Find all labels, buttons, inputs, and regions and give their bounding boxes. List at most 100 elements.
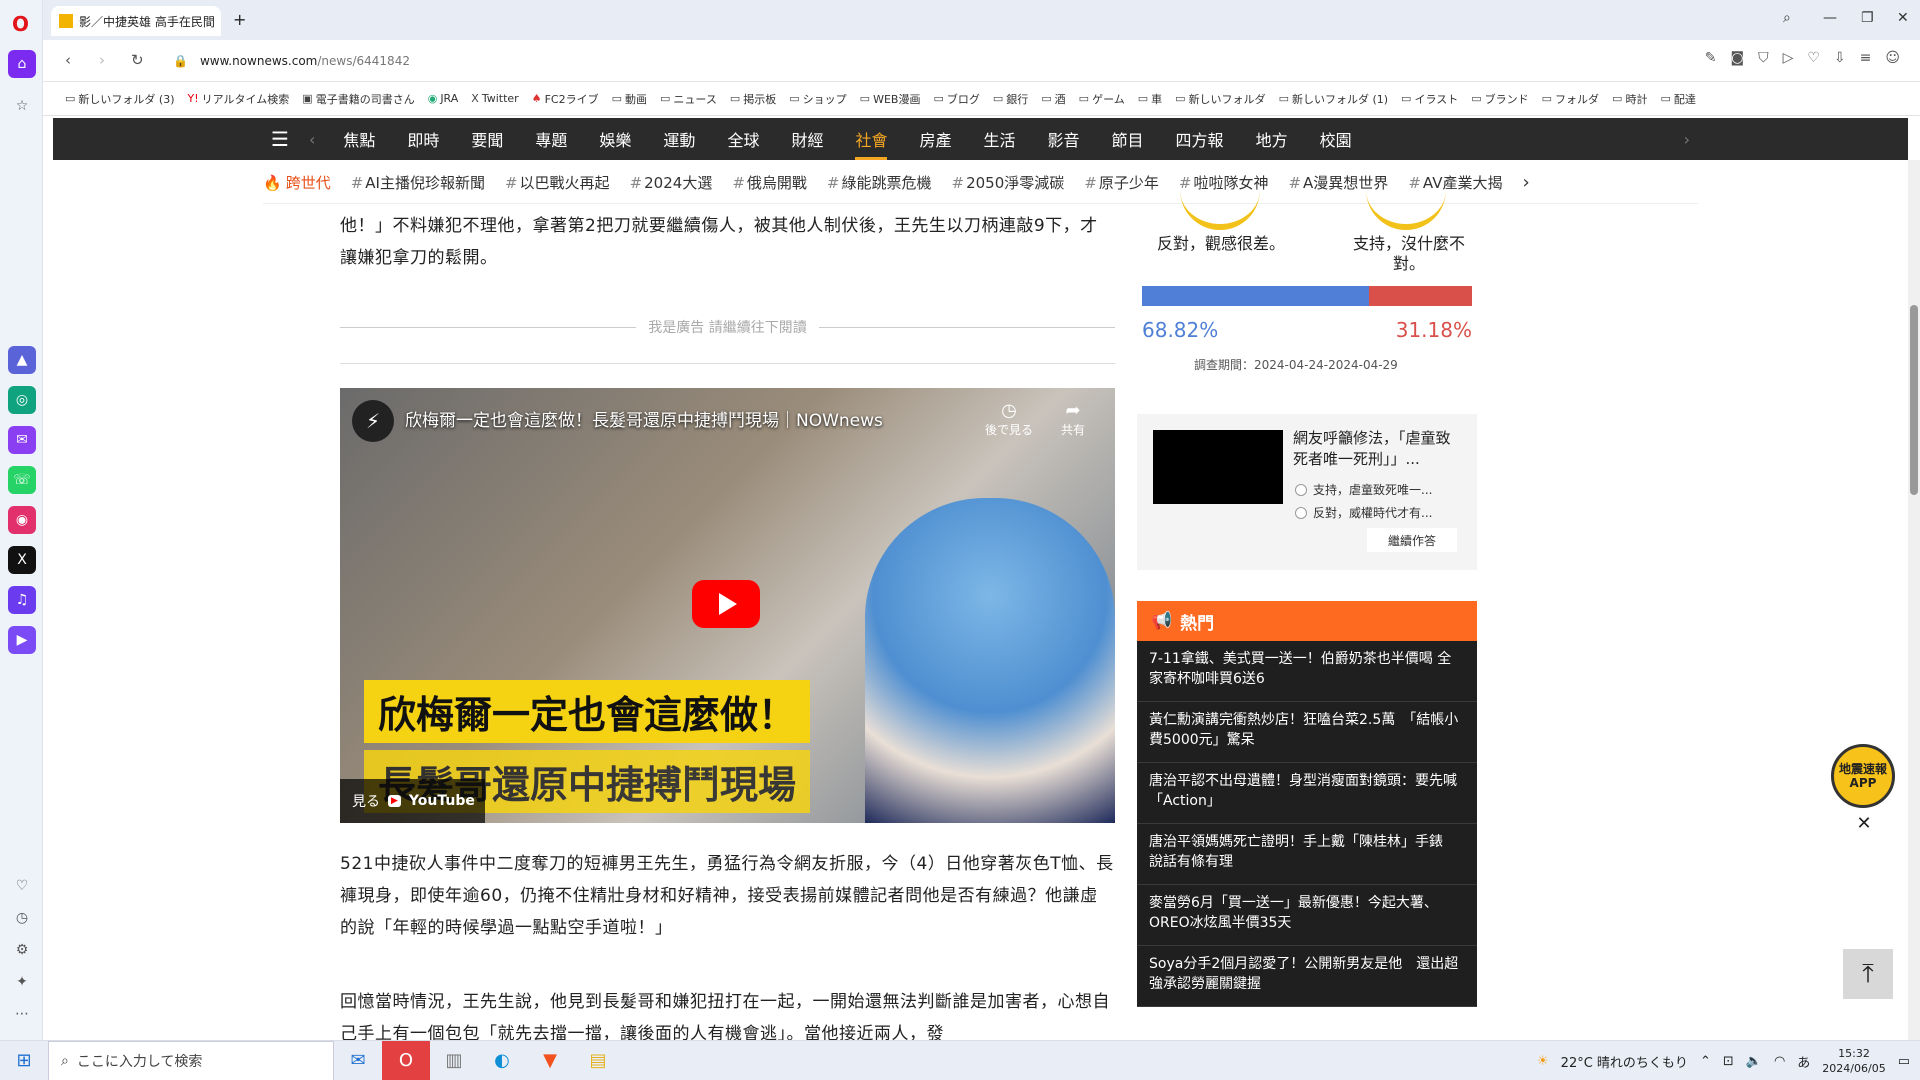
hot-item[interactable]: 7-11拿鐵、美式買一送一！伯爵奶茶也半價喝 全家寄杯咖啡買6送6	[1137, 641, 1477, 702]
tag-item[interactable]: #2024大選	[630, 172, 713, 193]
mail-icon[interactable]: ✉	[334, 1041, 382, 1080]
pin-icon[interactable]: ☆	[8, 92, 36, 120]
bookmark[interactable]: ▭ 配達	[1660, 91, 1695, 107]
tag-hot[interactable]: 🔥 跨世代	[263, 172, 331, 193]
hot-item[interactable]: 唐治平領媽媽死亡證明！手上戴「陳桂林」手錶 說話有條有理	[1137, 824, 1477, 885]
earthquake-app-badge[interactable]: 地震速報APP	[1831, 744, 1895, 808]
share-button[interactable]: ➦ 共有	[1061, 400, 1085, 438]
hamburger-icon[interactable]: ☰	[271, 127, 289, 151]
bookmark[interactable]: ▭ 動画	[612, 91, 647, 107]
bookmark[interactable]: ▭ 酒	[1041, 91, 1065, 107]
youtube-video[interactable]: ⚡ 欣梅爾一定也會這麼做！長髮哥還原中捷搏鬥現場｜NOWnews ◷ 後で見る ➦…	[340, 388, 1115, 823]
ime-indicator[interactable]: あ	[1797, 1052, 1810, 1071]
close-icon[interactable]: ✕	[1854, 814, 1874, 834]
home-icon[interactable]: ⌂	[8, 50, 36, 78]
aria-icon[interactable]: ▲	[8, 346, 36, 374]
new-tab-button[interactable]: +	[233, 10, 246, 29]
tag-item[interactable]: # 以巴戰火再起	[505, 172, 610, 193]
scrollbar-thumb[interactable]	[1910, 305, 1918, 495]
tag-next-icon[interactable]: ›	[1522, 172, 1529, 193]
bookmark[interactable]: ▭ 新しいフォルダ (3)	[65, 91, 174, 107]
bookmark[interactable]: Y! リアルタイム検索	[187, 91, 289, 107]
tips-icon[interactable]: ✦	[8, 968, 36, 996]
nav-prev-icon[interactable]: ‹	[309, 130, 315, 149]
shield-icon[interactable]: ⛉	[1758, 50, 1769, 66]
chatgpt-icon[interactable]: ◎	[8, 386, 36, 414]
bookmark[interactable]: ▭ 銀行	[993, 91, 1028, 107]
bookmark[interactable]: X Twitter	[471, 92, 518, 105]
poll-option[interactable]: 支持，虐童致死唯一...	[1295, 481, 1432, 498]
nav-next-icon[interactable]: ›	[1684, 130, 1690, 149]
hot-item[interactable]: Soya分手2個月認愛了！公開新男友是他 還出超強承認勞麗關鍵握	[1137, 946, 1477, 1007]
edge-icon[interactable]: ◐	[478, 1041, 526, 1080]
nav-item[interactable]: 專題	[535, 118, 567, 160]
heart-outline-icon[interactable]: ♡	[1807, 50, 1820, 66]
watch-on-youtube[interactable]: 見る ▶ YouTube	[340, 779, 485, 823]
bookmark[interactable]: ▭ フォルダ	[1542, 91, 1599, 107]
edit-icon[interactable]: ✎	[1705, 50, 1717, 66]
network-icon[interactable]: ⊡	[1723, 1054, 1734, 1069]
nav-item[interactable]: 房產	[919, 118, 951, 160]
brave-icon[interactable]: ▼	[526, 1041, 574, 1080]
tag-item[interactable]: #2050淨零減碳	[952, 172, 1065, 193]
bookmark[interactable]: ▭ 時計	[1612, 91, 1647, 107]
nav-item[interactable]: 娛樂	[599, 118, 631, 160]
nav-item[interactable]: 財經	[791, 118, 823, 160]
bookmark[interactable]: ▭ 新しいフォルダ (1)	[1279, 91, 1388, 107]
tag-item[interactable]: # 俄烏開戰	[732, 172, 807, 193]
play-icon[interactable]: ▷	[1783, 50, 1794, 66]
clock[interactable]: 15:32 2024/06/05	[1822, 1046, 1885, 1076]
continue-button[interactable]: 繼續作答	[1367, 528, 1457, 552]
radio-button[interactable]	[1295, 483, 1307, 496]
nownews-channel-icon[interactable]: ⚡	[352, 400, 394, 442]
close-window-icon[interactable]: ✕	[1897, 10, 1909, 26]
bookmark[interactable]: ▭ 掲示板	[730, 91, 776, 107]
app-taskbar-icon[interactable]: ▥	[430, 1041, 478, 1080]
whatsapp-icon[interactable]: ☏	[8, 466, 36, 494]
nav-item[interactable]: 影音	[1048, 118, 1080, 160]
hot-item[interactable]: 唐治平認不出母遺體！身型消瘦面對鏡頭：要先喊「Action」	[1137, 763, 1477, 824]
instagram-icon[interactable]: ◉	[8, 506, 36, 534]
messenger-icon[interactable]: ✉	[8, 426, 36, 454]
forward-icon[interactable]: ›	[99, 51, 105, 69]
tab-active[interactable]: 影／中捷英雄 高手在民間	[51, 6, 221, 36]
profile-icon[interactable]: ☺	[1885, 50, 1900, 66]
nav-item[interactable]: 地方	[1256, 118, 1288, 160]
volume-icon[interactable]: 🔈	[1746, 1054, 1762, 1069]
weather-text[interactable]: 22°C 晴れのちくもり	[1561, 1052, 1688, 1071]
back-icon[interactable]: ‹	[65, 51, 71, 69]
tag-item[interactable]: # AI主播倪珍報新聞	[351, 172, 485, 193]
bookmark[interactable]: ▭ ショップ	[789, 91, 846, 107]
hot-item[interactable]: 黃仁勳演講完衝熱炒店！狂嗑台菜2.5萬 「結帳小費5000元」驚呆	[1137, 702, 1477, 763]
nav-item[interactable]: 生活	[984, 118, 1016, 160]
page-scrollbar[interactable]	[1908, 160, 1920, 1040]
player-icon[interactable]: ▶	[8, 626, 36, 654]
menu-icon[interactable]: ≡	[1860, 50, 1872, 66]
bookmark[interactable]: ▭ ブランド	[1471, 91, 1528, 107]
reload-icon[interactable]: ↻	[131, 51, 144, 69]
opera-logo-icon[interactable]: O	[12, 12, 29, 36]
windows-start-icon[interactable]: ⊞	[0, 1041, 48, 1080]
poll-option[interactable]: 反對，威權時代才有...	[1295, 504, 1432, 521]
back-to-top-button[interactable]: ⤒	[1843, 949, 1893, 999]
video-title[interactable]: 欣梅爾一定也會這麼做！長髮哥還原中捷搏鬥現場｜NOWnews	[405, 406, 883, 431]
settings-icon[interactable]: ⚙	[8, 936, 36, 964]
x-icon[interactable]: X	[8, 546, 36, 574]
more-icon[interactable]: ⋯	[8, 1000, 36, 1028]
bookmark[interactable]: ▣ 電子書籍の司書さん	[302, 91, 414, 107]
download-icon[interactable]: ⇩	[1834, 50, 1846, 66]
wifi-icon[interactable]: ◠	[1774, 1054, 1785, 1069]
nav-item[interactable]: 校園	[1320, 118, 1352, 160]
tag-item[interactable]: # 綠能跳票危機	[827, 172, 932, 193]
tag-item[interactable]: # 原子少年	[1084, 172, 1159, 193]
nav-item[interactable]: 四方報	[1176, 118, 1224, 160]
minimize-icon[interactable]: —	[1823, 10, 1837, 26]
bookmark[interactable]: ▭ 車	[1138, 91, 1162, 107]
chevron-up-icon[interactable]: ⌃	[1700, 1054, 1711, 1069]
bookmark[interactable]: ▭ WEB漫画	[860, 91, 921, 107]
radio-button[interactable]	[1295, 506, 1307, 519]
nav-item-active[interactable]: 社會	[855, 118, 888, 160]
bookmark[interactable]: ▭ ニュース	[660, 91, 717, 107]
bookmark[interactable]: ♠ FC2ライブ	[532, 91, 599, 107]
camera-icon[interactable]: ◙	[1730, 50, 1744, 66]
